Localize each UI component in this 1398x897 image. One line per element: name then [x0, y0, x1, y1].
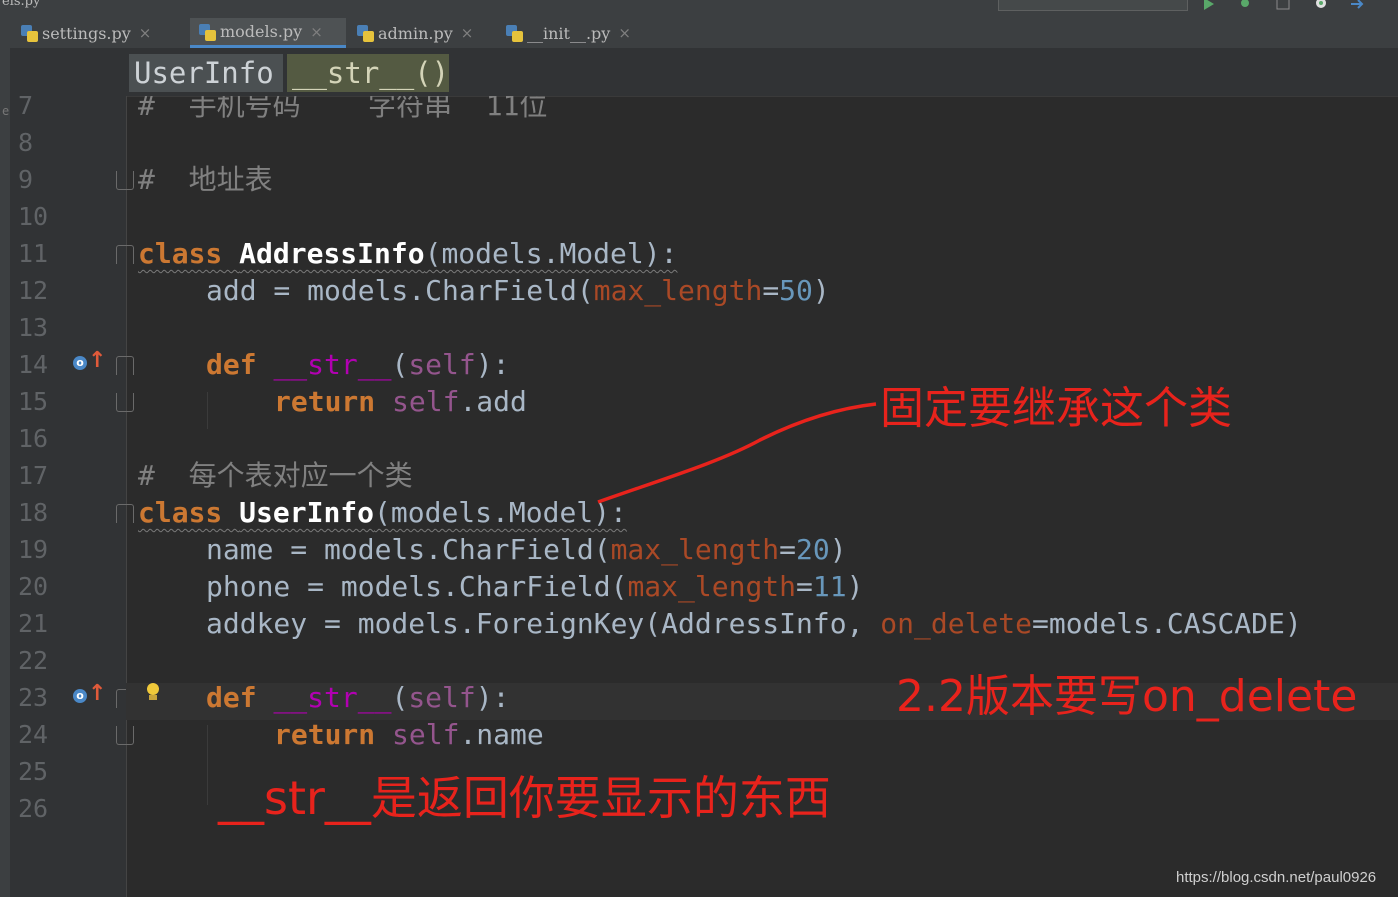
watermark: https://blog.csdn.net/paul0926: [1176, 869, 1377, 886]
annotation-str-note: __str__是返回你要显示的东西: [218, 771, 831, 825]
annotation-inherit-note: 固定要继承这个类: [880, 383, 1232, 434]
annotation-version-note: 2.2版本要写on_delete: [896, 671, 1358, 722]
